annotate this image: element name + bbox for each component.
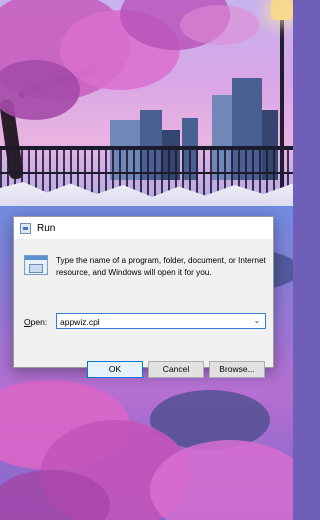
- dialog-buttons: OK Cancel Browse...: [14, 351, 273, 378]
- dialog-body: Type the name of a program, folder, docu…: [14, 239, 273, 378]
- title-bar[interactable]: Run: [14, 217, 273, 239]
- dialog-title: Run: [37, 222, 56, 234]
- run-dialog: Run Type the name of a program, folder, …: [13, 216, 274, 378]
- open-label: Open:: [24, 317, 47, 327]
- open-label-text: pen:: [30, 317, 48, 327]
- chevron-down-icon[interactable]: ⌄: [252, 316, 262, 326]
- run-icon: [20, 222, 31, 234]
- ok-button[interactable]: OK: [87, 361, 143, 378]
- open-label-accelerator: O: [24, 317, 31, 327]
- street-lamp-icon: [271, 0, 293, 20]
- open-input[interactable]: [60, 316, 245, 327]
- run-program-icon: [24, 255, 48, 275]
- dialog-description: Type the name of a program, folder, docu…: [56, 256, 266, 277]
- street-lamp-pole: [280, 10, 284, 210]
- browse-button[interactable]: Browse...: [209, 361, 265, 378]
- cancel-button[interactable]: Cancel: [148, 361, 204, 378]
- open-combobox[interactable]: ⌄: [56, 313, 266, 329]
- cherry-blossom: [180, 5, 260, 45]
- railing-mid: [0, 172, 293, 174]
